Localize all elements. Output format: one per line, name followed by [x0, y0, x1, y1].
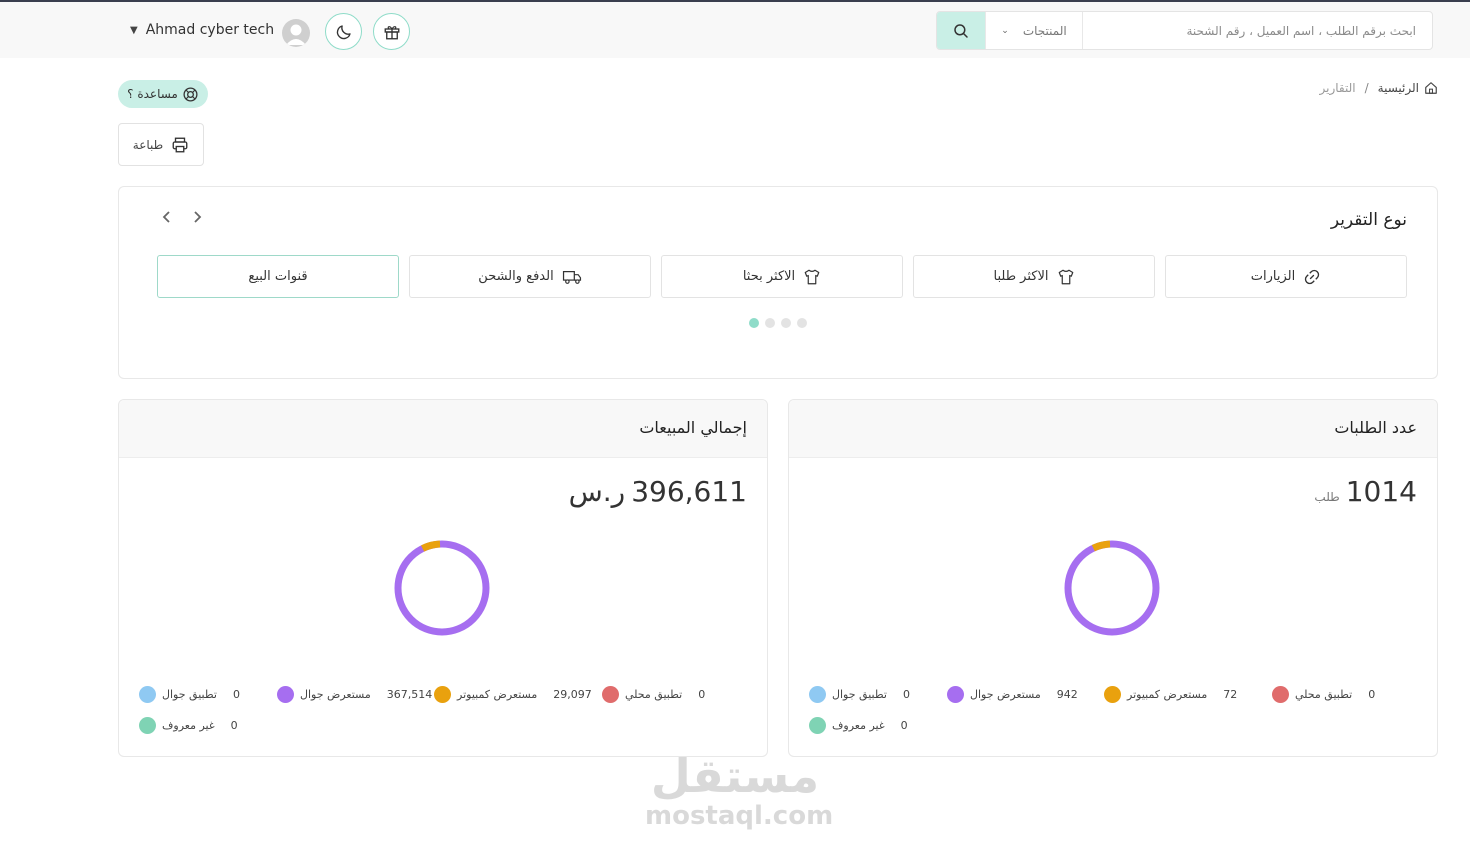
breadcrumb: الرئيسية / التقارير — [1320, 81, 1438, 95]
print-label: طباعة — [132, 137, 164, 152]
search-scope-value: المنتجات — [1022, 23, 1067, 38]
gift-icon — [384, 25, 399, 39]
carousel-dots — [749, 318, 807, 328]
legend-desktop-browser: مستعرض كمبيوتر 72 — [1104, 686, 1237, 703]
report-type-card: نوع التقرير الزيارات الاكثر طلبا الاكثر … — [118, 186, 1438, 379]
orders-title: عدد الطلبات — [1334, 418, 1417, 437]
carousel-dot[interactable] — [797, 318, 807, 328]
link-icon — [1305, 269, 1320, 284]
avatar[interactable] — [282, 19, 310, 47]
lifebuoy-icon — [183, 86, 198, 102]
moon-icon — [336, 24, 351, 39]
watermark-latin: mostaql.com — [645, 801, 834, 831]
search-input[interactable] — [1083, 12, 1432, 49]
breadcrumb-home[interactable]: الرئيسية — [1378, 81, 1438, 95]
orders-unit: طلب — [1314, 490, 1340, 504]
donut-segment-mobile-browser — [1064, 540, 1160, 636]
breadcrumb-separator: / — [1364, 81, 1369, 95]
printer-icon — [172, 137, 188, 152]
tab-payment-shipping[interactable]: الدفع والشحن — [409, 255, 651, 298]
tab-most-ordered[interactable]: الاكثر طلبا — [913, 255, 1155, 298]
orders-value: 1014 — [1345, 475, 1417, 508]
chevron-down-icon: ⌄ — [1001, 25, 1009, 36]
tab-label: قنوات البيع — [248, 269, 308, 284]
legend-desktop-browser: مستعرض كمبيوتر 29,097 — [434, 686, 592, 703]
orders-count-card: عدد الطلبات 1014 طلب تطبيق محلي 0 مستعرض… — [788, 399, 1438, 757]
shirt-icon — [1058, 269, 1073, 284]
legend-dot — [139, 686, 156, 703]
total-sales-card: إجمالي المبيعات 396,611 ر.س تطبيق محلي 0… — [118, 399, 768, 757]
shirt-icon — [804, 269, 820, 284]
sales-total: 396,611 ر.س — [569, 475, 747, 508]
gift-button[interactable] — [373, 13, 410, 50]
sales-unit: ر.س — [568, 475, 626, 508]
legend-mobile-browser: مستعرض جوال 367,514 — [277, 686, 432, 703]
top-header: ▼ Ahmad cyber tech ⌄ المنتجات — [0, 2, 1470, 58]
tab-visits[interactable]: الزيارات — [1165, 255, 1407, 298]
print-button[interactable]: طباعة — [118, 123, 204, 166]
card-header: إجمالي المبيعات — [119, 400, 767, 458]
carousel-dot[interactable] — [765, 318, 775, 328]
legend-mobile-app: تطبيق جوال 0 — [139, 686, 240, 703]
legend-unknown: غير معروف 0 — [139, 717, 238, 734]
help-button[interactable]: مساعدة ؟ — [118, 80, 208, 108]
watermark-arabic: مستقل — [650, 749, 820, 803]
legend-dot — [1104, 686, 1121, 703]
legend-local-app: تطبيق محلي 0 — [602, 686, 705, 703]
legend-dot — [809, 686, 826, 703]
breadcrumb-current: التقارير — [1319, 81, 1356, 95]
tab-label: الاكثر بحثا — [742, 269, 796, 284]
legend-local-app: تطبيق محلي 0 — [1272, 686, 1375, 703]
tab-sales-channels[interactable]: قنوات البيع — [157, 255, 399, 298]
search-bar: ⌄ المنتجات — [936, 11, 1433, 50]
truck-icon — [562, 270, 581, 284]
user-menu[interactable]: ▼ Ahmad cyber tech — [130, 22, 274, 38]
watermark: مستقل mostaql.com — [645, 749, 834, 831]
legend-dot — [947, 686, 964, 703]
sales-value: 396,611 — [631, 475, 747, 508]
help-label: مساعدة ؟ — [127, 87, 178, 101]
donut-segment-desktop-browser — [1091, 540, 1111, 552]
legend-dot — [277, 686, 294, 703]
card-header: عدد الطلبات — [789, 400, 1437, 458]
tab-most-searched[interactable]: الاكثر بحثا — [661, 255, 903, 298]
sales-title: إجمالي المبيعات — [639, 418, 747, 437]
report-type-title: نوع التقرير — [1330, 210, 1407, 230]
dark-mode-toggle[interactable] — [325, 13, 362, 50]
home-icon — [1425, 82, 1437, 94]
donut-segment-desktop-browser — [421, 540, 441, 552]
tab-label: الاكثر طلبا — [993, 269, 1049, 284]
legend-dot — [139, 717, 156, 734]
legend-dot — [809, 717, 826, 734]
carousel-nav — [159, 209, 205, 225]
legend-unknown: غير معروف 0 — [809, 717, 908, 734]
donut-segment-mobile-browser — [394, 540, 490, 636]
tab-label: الدفع والشحن — [478, 269, 554, 284]
chevron-down-icon: ▼ — [130, 24, 138, 36]
orders-donut-chart — [1064, 540, 1160, 636]
search-scope-select[interactable]: ⌄ المنتجات — [985, 12, 1083, 49]
user-name: Ahmad cyber tech — [145, 22, 275, 38]
chevron-left-icon[interactable] — [159, 209, 175, 225]
carousel-dot[interactable] — [781, 318, 791, 328]
carousel-dot[interactable] — [749, 318, 759, 328]
legend-dot — [602, 686, 619, 703]
legend-mobile-app: تطبيق جوال 0 — [809, 686, 910, 703]
chevron-right-icon[interactable] — [189, 209, 205, 225]
sales-donut-chart — [394, 540, 490, 636]
breadcrumb-home-label: الرئيسية — [1377, 81, 1419, 95]
search-button[interactable] — [937, 12, 985, 49]
tab-label: الزيارات — [1250, 269, 1296, 284]
legend-dot — [434, 686, 451, 703]
legend-dot — [1272, 686, 1289, 703]
search-icon — [954, 23, 968, 38]
legend-mobile-browser: مستعرض جوال 942 — [947, 686, 1078, 703]
orders-total: 1014 طلب — [1314, 475, 1417, 508]
